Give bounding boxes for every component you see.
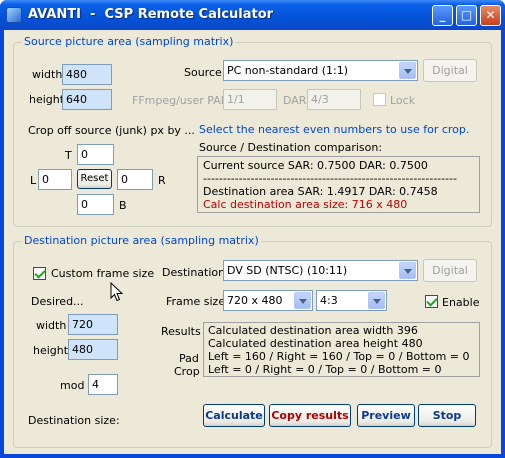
enable-checkbox[interactable]: [425, 295, 438, 308]
client-area: Source picture area (sampling matrix) wi…: [4, 30, 501, 454]
comparison-box: Current source SAR: 0.7500 DAR: 0.7500 -…: [197, 156, 480, 213]
result-height-line: Calculated destination area height 480: [208, 337, 423, 350]
crop-hint: Select the nearest even numbers to use f…: [199, 123, 470, 136]
custom-frame-label: Custom frame size: [51, 267, 155, 280]
destination-select-label: Destination: [162, 266, 226, 279]
lock-label: Lock: [390, 94, 416, 107]
custom-frame-checkbox[interactable]: [33, 267, 46, 280]
source-width-field[interactable]: 480: [62, 64, 112, 85]
maximize-button[interactable]: □: [456, 5, 477, 26]
crop-left-field[interactable]: 0: [38, 169, 72, 190]
crop-top-field[interactable]: 0: [77, 144, 114, 165]
frame-size-select[interactable]: 720 x 480: [223, 290, 313, 311]
crop-right-label: R: [158, 174, 166, 187]
chevron-down-icon: [368, 292, 385, 309]
frame-size-label: Frame size: [166, 295, 226, 308]
comparison-divider: ----------------------------------------…: [203, 172, 458, 185]
aspect-value: 4:3: [320, 294, 338, 307]
reset-button[interactable]: Reset: [77, 169, 112, 189]
mouse-pointer-icon: [110, 282, 123, 302]
result-pad-line: Left = 160 / Right = 160 / Top = 0 / Bot…: [208, 350, 470, 363]
source-height-field[interactable]: 640: [62, 89, 112, 110]
crop-label: Crop off source (junk) px by ...: [28, 124, 195, 137]
result-crop-line: Left = 0 / Right = 0 / Top = 0 / Bottom …: [208, 363, 442, 376]
source-width-label: width: [32, 68, 63, 81]
preview-button[interactable]: Preview: [357, 404, 415, 427]
source-group-title: Source picture area (sampling matrix): [22, 35, 236, 48]
destination-size-label: Destination size:: [28, 414, 120, 427]
dar-label: DAR: [283, 94, 307, 107]
dest-width-field[interactable]: 720: [68, 314, 118, 335]
source-select-label: Source: [184, 66, 222, 79]
crop-bottom-field[interactable]: 0: [77, 194, 114, 215]
comparison-dest-line: Destination area SAR: 1.4917 DAR: 0.7458: [203, 185, 438, 198]
close-button[interactable]: ✕: [480, 5, 501, 26]
dest-digital-button[interactable]: Digital: [423, 259, 477, 282]
app-window: AVANTI - CSP Remote Calculator _ □ ✕ Sou…: [0, 0, 505, 458]
par-label: FFmpeg/user PAR: [132, 94, 229, 107]
result-width-line: Calculated destination area width 396: [208, 324, 418, 337]
destination-select-value: DV SD (NTSC) (10:11): [227, 264, 348, 277]
title-bar[interactable]: AVANTI - CSP Remote Calculator _ □ ✕: [0, 0, 505, 30]
crop-left-label: L: [30, 174, 37, 187]
pad-label: Pad: [179, 352, 199, 365]
copy-results-button[interactable]: Copy results: [269, 404, 351, 427]
crop-right-field[interactable]: 0: [117, 169, 153, 190]
comparison-source-line: Current source SAR: 0.7500 DAR: 0.7500: [203, 159, 428, 172]
comparison-calc-line: Calc destination area size: 716 x 480: [203, 198, 408, 211]
crop-result-label: Crop: [174, 365, 200, 378]
crop-top-label: T: [65, 149, 72, 162]
par-field[interactable]: 1/1: [223, 89, 277, 110]
stop-button[interactable]: Stop: [418, 404, 476, 427]
mod-label: mod: [60, 379, 85, 392]
results-label: Results: [161, 325, 201, 338]
chevron-down-icon: [294, 292, 311, 309]
desired-label: Desired...: [31, 295, 84, 308]
dest-height-label: height: [33, 344, 69, 357]
window-title: AVANTI - CSP Remote Calculator: [28, 7, 274, 22]
source-height-label: height: [29, 93, 65, 106]
results-box: Calculated destination area width 396 Ca…: [203, 322, 480, 377]
frame-size-value: 720 x 480: [227, 294, 283, 307]
dest-width-label: width: [36, 319, 67, 332]
app-icon: [6, 7, 22, 23]
calculate-button[interactable]: Calculate: [203, 404, 265, 427]
chevron-down-icon: [399, 262, 416, 279]
dar-field[interactable]: 4/3: [307, 89, 361, 110]
destination-group-title: Destination picture area (sampling matri…: [22, 234, 261, 247]
source-select-value: PC non-standard (1:1): [227, 64, 349, 77]
chevron-down-icon: [399, 62, 416, 79]
aspect-select[interactable]: 4:3: [316, 290, 387, 311]
minimize-button[interactable]: _: [432, 5, 453, 26]
source-select[interactable]: PC non-standard (1:1): [223, 60, 418, 81]
comparison-label: Source / Destination comparison:: [199, 141, 383, 154]
mod-field[interactable]: 4: [88, 374, 118, 395]
crop-bottom-label: B: [119, 199, 127, 212]
source-digital-button[interactable]: Digital: [423, 59, 477, 82]
enable-label: Enable: [442, 296, 480, 309]
destination-select[interactable]: DV SD (NTSC) (10:11): [223, 260, 418, 281]
dest-height-field[interactable]: 480: [68, 339, 118, 360]
lock-checkbox[interactable]: [373, 93, 386, 106]
